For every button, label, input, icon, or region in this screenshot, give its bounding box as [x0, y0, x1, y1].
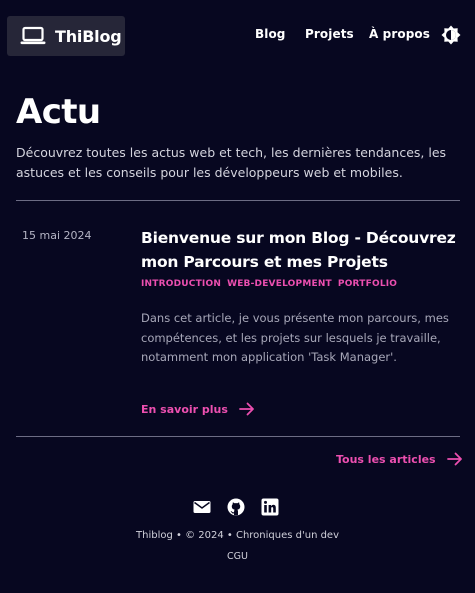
copyright-text: Thiblog • © 2024 • Chroniques d'un dev: [136, 530, 339, 541]
mail-link[interactable]: [193, 498, 211, 516]
social-links: [193, 498, 283, 516]
brightness-icon[interactable]: [441, 25, 461, 45]
mail-icon: [193, 501, 211, 513]
linkedin-link[interactable]: [261, 498, 279, 516]
tag-web-development[interactable]: WEB-DEVELOPMENT: [227, 279, 332, 289]
nav-a-propos[interactable]: À propos: [369, 27, 430, 45]
linkedin-icon: [261, 498, 279, 516]
tag-introduction[interactable]: INTRODUCTION: [141, 279, 221, 289]
nav-projets[interactable]: Projets: [305, 27, 354, 45]
page-title: Actu: [16, 92, 101, 132]
all-articles-link[interactable]: Tous les articles: [336, 450, 463, 468]
read-more-link[interactable]: En savoir plus: [141, 400, 255, 418]
laptop-icon: [20, 26, 46, 45]
github-icon: [227, 498, 245, 516]
arrow-right-icon: [239, 402, 254, 416]
page-intro: Découvrez toutes les actus web et tech, …: [16, 145, 447, 180]
divider: [16, 200, 460, 201]
site-header: ThiBlog Blog Projets À propos: [0, 0, 475, 72]
read-more-label: En savoir plus: [141, 402, 228, 416]
tag-portfolio[interactable]: PORTFOLIO: [338, 279, 397, 289]
nav-blog[interactable]: Blog: [255, 27, 286, 45]
article-tags: INTRODUCTION WEB-DEVELOPMENT PORTFOLIO: [141, 279, 461, 289]
brand-name: ThiBlog: [55, 26, 122, 46]
brand-logo-link[interactable]: ThiBlog: [7, 16, 125, 56]
github-link[interactable]: [227, 498, 245, 516]
all-articles-label: Tous les articles: [336, 452, 436, 466]
cgu-link[interactable]: CGU: [0, 551, 475, 562]
arrow-right-icon: [446, 452, 462, 466]
article-excerpt: Dans cet article, je vous présente mon p…: [141, 311, 449, 364]
article-date: 15 mai 2024: [22, 229, 92, 242]
article-title[interactable]: Bienvenue sur mon Blog - Découvrez mon P…: [141, 226, 466, 274]
divider: [16, 436, 460, 437]
